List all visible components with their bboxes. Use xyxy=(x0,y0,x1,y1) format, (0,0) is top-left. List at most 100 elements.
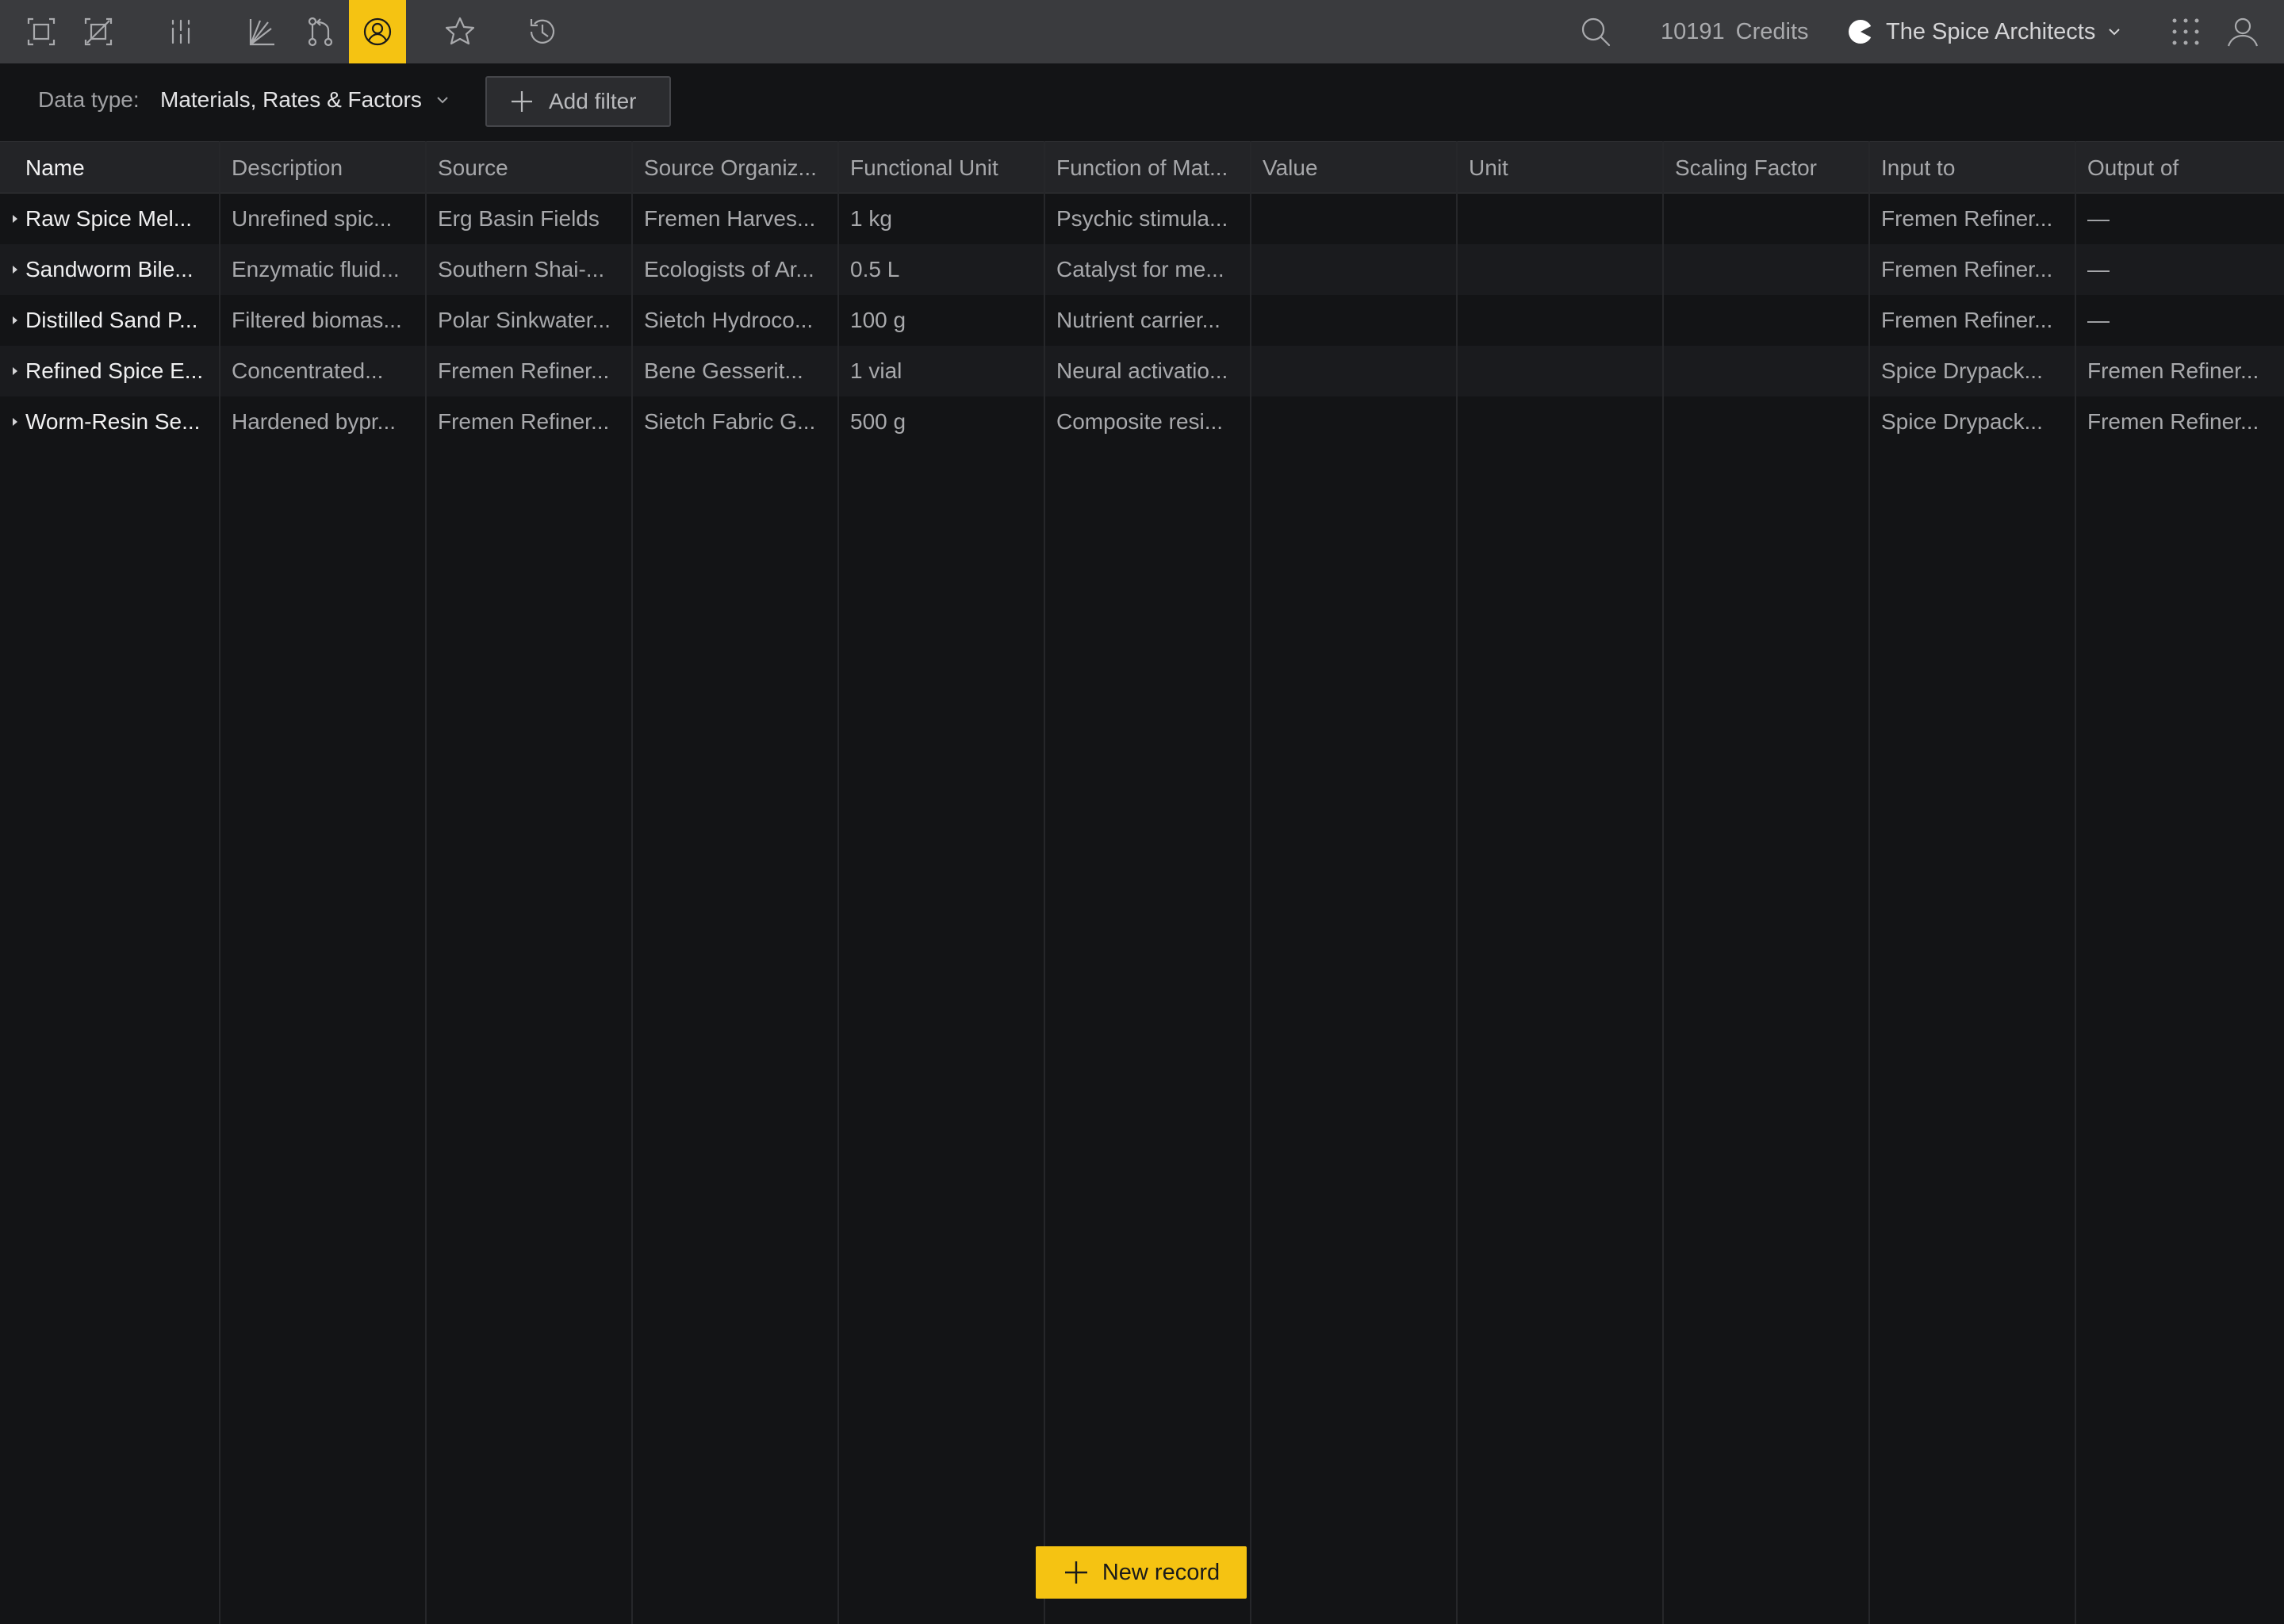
cell-source[interactable]: Polar Sinkwater... xyxy=(427,295,631,346)
column-divider[interactable] xyxy=(631,141,633,1624)
cell-source[interactable]: Erg Basin Fields xyxy=(427,193,631,244)
column-divider[interactable] xyxy=(1456,141,1458,1624)
column-header-source-organization[interactable]: Source Organiz... xyxy=(633,142,837,194)
column-divider[interactable] xyxy=(1662,141,1664,1624)
cell-scaling-factor[interactable] xyxy=(1664,244,1868,295)
new-record-button[interactable]: New record xyxy=(1036,1546,1247,1599)
column-header-function-of-material[interactable]: Function of Mat... xyxy=(1045,142,1250,194)
cell-functional-unit[interactable]: 0.5 L xyxy=(839,244,1044,295)
column-header-input-to[interactable]: Input to xyxy=(1870,142,2075,194)
cell-description[interactable]: Unrefined spic... xyxy=(220,193,425,244)
column-divider[interactable] xyxy=(837,141,839,1624)
cell-name[interactable]: Raw Spice Mel... xyxy=(0,193,219,244)
cell-function-of-material[interactable]: Catalyst for me... xyxy=(1045,244,1250,295)
chart-axes-icon[interactable] xyxy=(233,0,290,63)
column-divider[interactable] xyxy=(1868,141,1870,1624)
column-divider[interactable] xyxy=(219,141,220,1624)
cell-name[interactable]: Distilled Sand P... xyxy=(0,295,219,346)
column-divider[interactable] xyxy=(1044,141,1045,1624)
cell-output-of[interactable]: — xyxy=(2076,295,2284,346)
cell-value[interactable] xyxy=(1251,295,1456,346)
data-type-dropdown[interactable]: Materials, Rates & Factors xyxy=(160,87,450,113)
user-account-icon[interactable] xyxy=(2214,0,2271,63)
branch-icon[interactable] xyxy=(292,0,349,63)
table-row[interactable]: Raw Spice Mel... Unrefined spic... Erg Bas… xyxy=(0,193,2284,244)
column-divider[interactable] xyxy=(2075,141,2076,1624)
cell-input-to[interactable]: Spice Drypack... xyxy=(1870,346,2075,396)
new-record-label: New record xyxy=(1102,1559,1221,1585)
cell-input-to[interactable]: Fremen Refiner... xyxy=(1870,295,2075,346)
column-header-output-of[interactable]: Output of xyxy=(2076,142,2284,194)
data-type-label: Data type: xyxy=(38,87,140,112)
table-row[interactable]: Refined Spice E... Concentrated... Fremen … xyxy=(0,346,2284,396)
cell-source-organization[interactable]: Fremen Harves... xyxy=(633,193,837,244)
organization-selector[interactable]: The Spice Architects xyxy=(1846,0,2122,63)
column-header-value[interactable]: Value xyxy=(1251,142,1456,194)
cell-scaling-factor[interactable] xyxy=(1664,346,1868,396)
cell-function-of-material[interactable]: Nutrient carrier... xyxy=(1045,295,1250,346)
cell-name[interactable]: Sandworm Bile... xyxy=(0,244,219,295)
cell-output-of[interactable]: — xyxy=(2076,193,2284,244)
add-filter-button[interactable]: Add filter xyxy=(485,76,671,127)
column-header-source[interactable]: Source xyxy=(427,142,631,194)
history-icon[interactable] xyxy=(514,0,571,63)
cell-functional-unit[interactable]: 1 vial xyxy=(839,346,1044,396)
user-circle-icon[interactable] xyxy=(349,0,406,63)
select-frame-icon[interactable] xyxy=(13,0,70,63)
cell-output-of[interactable]: Fremen Refiner... xyxy=(2076,346,2284,396)
column-header-unit[interactable]: Unit xyxy=(1458,142,1662,194)
table-row[interactable]: Worm-Resin Se... Hardened bypr... Fremen R… xyxy=(0,396,2284,447)
cell-source-organization[interactable]: Sietch Fabric G... xyxy=(633,396,837,447)
column-divider[interactable] xyxy=(425,141,427,1624)
search-icon[interactable] xyxy=(1567,0,1624,63)
cell-functional-unit[interactable]: 1 kg xyxy=(839,193,1044,244)
table-row[interactable]: Distilled Sand P... Filtered biomas... Pol… xyxy=(0,295,2284,346)
cell-description[interactable]: Concentrated... xyxy=(220,346,425,396)
cell-output-of[interactable]: — xyxy=(2076,244,2284,295)
cell-input-to[interactable]: Spice Drypack... xyxy=(1870,396,2075,447)
cell-description[interactable]: Hardened bypr... xyxy=(220,396,425,447)
apps-grid-icon[interactable] xyxy=(2157,0,2214,63)
column-header-scaling-factor[interactable]: Scaling Factor xyxy=(1664,142,1868,194)
column-header-functional-unit[interactable]: Functional Unit xyxy=(839,142,1044,194)
cell-functional-unit[interactable]: 100 g xyxy=(839,295,1044,346)
plus-icon xyxy=(1064,1561,1087,1584)
cell-scaling-factor[interactable] xyxy=(1664,193,1868,244)
cell-value[interactable] xyxy=(1251,193,1456,244)
cell-description[interactable]: Enzymatic fluid... xyxy=(220,244,425,295)
cell-value[interactable] xyxy=(1251,396,1456,447)
cell-source-organization[interactable]: Bene Gesserit... xyxy=(633,346,837,396)
cell-function-of-material[interactable]: Neural activatio... xyxy=(1045,346,1250,396)
cell-unit[interactable] xyxy=(1458,295,1662,346)
column-header-name[interactable]: Name xyxy=(0,142,219,194)
cell-input-to[interactable]: Fremen Refiner... xyxy=(1870,244,2075,295)
cell-source-organization[interactable]: Sietch Hydroco... xyxy=(633,295,837,346)
cell-value[interactable] xyxy=(1251,346,1456,396)
cell-scaling-factor[interactable] xyxy=(1664,295,1868,346)
star-icon[interactable] xyxy=(431,0,489,63)
cell-function-of-material[interactable]: Composite resi... xyxy=(1045,396,1250,447)
cell-name[interactable]: Worm-Resin Se... xyxy=(0,396,219,447)
cell-output-of[interactable]: Fremen Refiner... xyxy=(2076,396,2284,447)
cell-unit[interactable] xyxy=(1458,193,1662,244)
cell-scaling-factor[interactable] xyxy=(1664,396,1868,447)
cell-source[interactable]: Fremen Refiner... xyxy=(427,396,631,447)
cell-unit[interactable] xyxy=(1458,396,1662,447)
cell-source-organization[interactable]: Ecologists of Ar... xyxy=(633,244,837,295)
cell-value[interactable] xyxy=(1251,244,1456,295)
cell-source[interactable]: Southern Shai-... xyxy=(427,244,631,295)
column-header-description[interactable]: Description xyxy=(220,142,425,194)
cell-function-of-material[interactable]: Psychic stimula... xyxy=(1045,193,1250,244)
cell-input-to[interactable]: Fremen Refiner... xyxy=(1870,193,2075,244)
cell-description[interactable]: Filtered biomas... xyxy=(220,295,425,346)
columns-icon[interactable] xyxy=(152,0,209,63)
cell-unit[interactable] xyxy=(1458,244,1662,295)
no-frame-icon[interactable] xyxy=(70,0,127,63)
column-divider[interactable] xyxy=(1250,141,1251,1624)
cell-unit[interactable] xyxy=(1458,346,1662,396)
cell-name[interactable]: Refined Spice E... xyxy=(0,346,219,396)
table-row[interactable]: Sandworm Bile... Enzymatic fluid... Southe… xyxy=(0,244,2284,295)
cell-source[interactable]: Fremen Refiner... xyxy=(427,346,631,396)
cell-functional-unit[interactable]: 500 g xyxy=(839,396,1044,447)
organization-logo-icon xyxy=(1849,20,1872,44)
